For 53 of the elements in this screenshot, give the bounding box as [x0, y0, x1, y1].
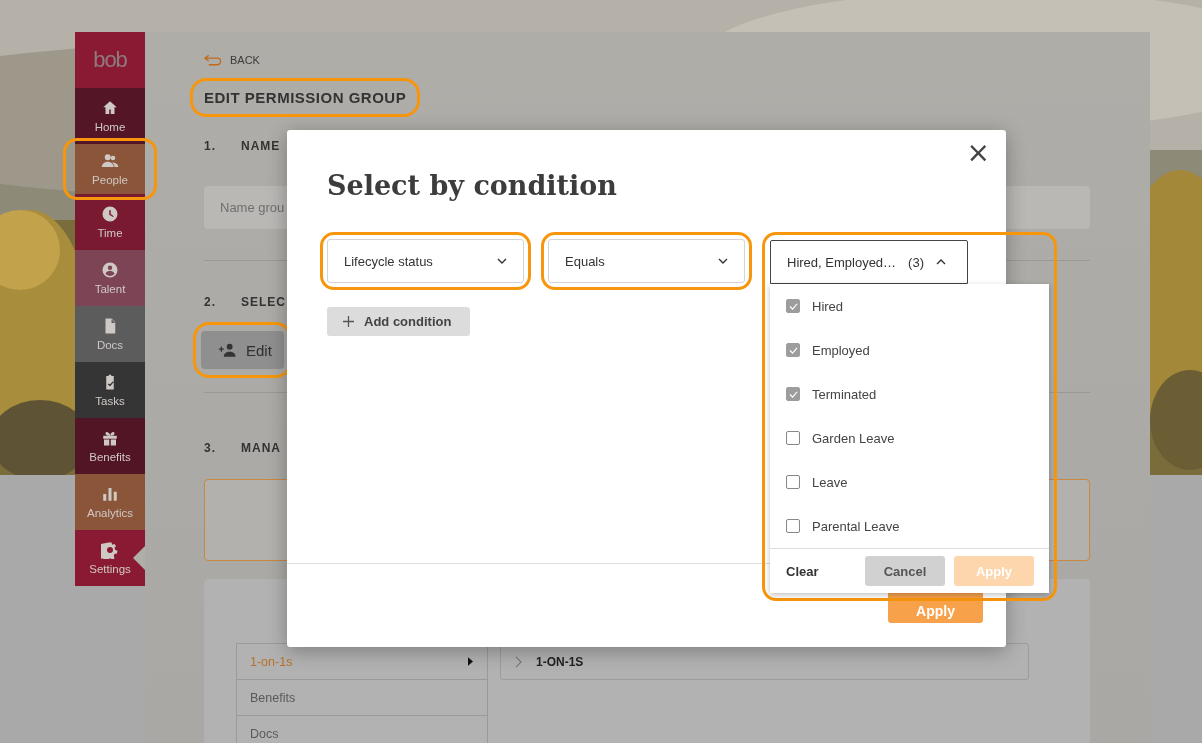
gift-icon	[101, 429, 119, 447]
plus-icon	[343, 316, 354, 327]
back-link[interactable]: BACK	[230, 54, 260, 66]
option-item[interactable]: Terminated	[770, 372, 1049, 416]
condition-dropdown[interactable]: Equals	[548, 239, 745, 283]
clear-button[interactable]: Clear	[786, 563, 819, 579]
checkbox[interactable]	[786, 431, 800, 445]
section-number: 1.	[204, 139, 217, 153]
nav-item[interactable]: Home	[75, 88, 145, 144]
clock-icon	[101, 205, 119, 223]
modal-title: Select by condition	[327, 170, 617, 201]
option-item[interactable]: Garden Leave	[770, 416, 1049, 460]
option-item[interactable]: Hired	[770, 284, 1049, 328]
checkbox[interactable]	[786, 343, 800, 357]
logo: bob	[75, 32, 145, 88]
values-dropdown[interactable]: Hired, Employed… (3)	[770, 240, 968, 284]
home-icon	[101, 99, 119, 117]
option-item[interactable]: Parental Leave	[770, 504, 1049, 548]
checkbox[interactable]	[786, 387, 800, 401]
nav-item[interactable]: Talent	[75, 250, 145, 306]
caret-icon	[468, 657, 473, 666]
caret-icon	[936, 259, 946, 265]
caret-icon	[718, 258, 728, 264]
section-heading: MANA	[241, 441, 281, 455]
person-icon	[101, 261, 119, 279]
section-heading: SELEC	[241, 295, 286, 309]
people-icon	[101, 152, 119, 170]
close-button[interactable]: ×	[962, 138, 994, 168]
page-title: EDIT PERMISSION GROUP	[204, 89, 407, 106]
nav-item[interactable]: Benefits	[75, 418, 145, 474]
add-person-icon	[218, 343, 238, 357]
section-number: 2.	[204, 295, 217, 309]
nav-item[interactable]: People	[75, 144, 145, 194]
nav-item[interactable]: Analytics	[75, 474, 145, 530]
checkbox[interactable]	[786, 475, 800, 489]
chevron-icon	[515, 655, 522, 668]
nav-item[interactable]: Settings	[75, 530, 145, 586]
option-item[interactable]: Leave	[770, 460, 1049, 504]
checkbox[interactable]	[786, 299, 800, 313]
cancel-button[interactable]: Cancel	[865, 556, 945, 586]
caret-icon	[497, 258, 507, 264]
bar-chart-icon	[101, 485, 119, 503]
condition-dropdown[interactable]: Lifecycle status	[327, 239, 524, 283]
nav-item[interactable]: Docs	[75, 306, 145, 362]
nav-item[interactable]: Time	[75, 194, 145, 250]
section-number: 3.	[204, 441, 217, 455]
checkbox[interactable]	[786, 519, 800, 533]
option-item[interactable]: Employed	[770, 328, 1049, 372]
section-heading: NAME	[241, 139, 281, 153]
nav-item[interactable]: Tasks	[75, 362, 145, 418]
back-arrow-icon	[204, 54, 223, 66]
edit-button[interactable]: Edit	[201, 331, 284, 369]
add-condition-button[interactable]: Add condition	[327, 307, 470, 336]
